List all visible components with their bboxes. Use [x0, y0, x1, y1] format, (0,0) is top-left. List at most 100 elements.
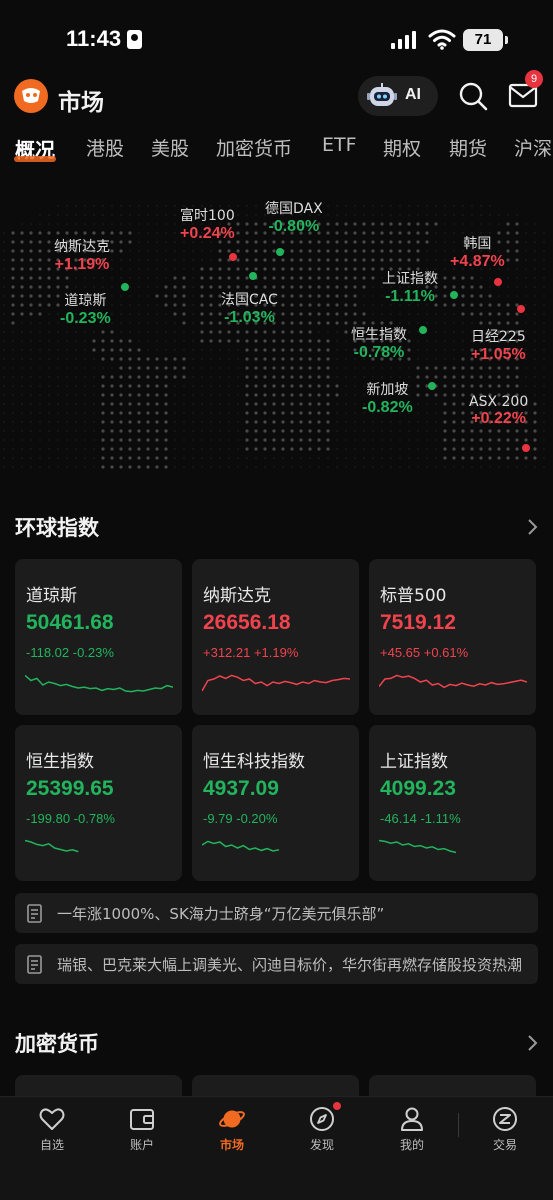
map-dot — [156, 241, 158, 243]
map-dot — [21, 394, 23, 396]
map-dot — [525, 286, 527, 288]
ai-assistant-button[interactable]: AI — [358, 76, 438, 116]
map-dot — [210, 394, 212, 396]
map-dot — [156, 214, 158, 216]
market-hang-seng[interactable]: 恒生指数 -0.78% — [351, 324, 407, 362]
map-dot — [453, 205, 455, 207]
map-dot — [534, 313, 536, 315]
map-dot — [138, 304, 140, 306]
map-dot — [246, 214, 248, 216]
index-card[interactable]: 道琼斯 50461.68 -118.02 -0.23% — [15, 559, 182, 715]
index-card[interactable]: 上证指数 4099.23 -46.14 -1.11% — [369, 725, 536, 881]
map-dot — [489, 466, 491, 468]
map-dot — [506, 222, 510, 226]
map-dot — [290, 249, 294, 253]
index-card[interactable]: 恒生指数 25399.65 -199.80 -0.78% — [15, 725, 182, 881]
map-dot — [290, 267, 294, 271]
market-asx-200[interactable]: ASX 200 +0.22% — [469, 394, 528, 428]
map-dot — [219, 439, 221, 441]
map-dot — [110, 375, 114, 379]
map-dot — [110, 348, 114, 352]
map-dot — [353, 258, 357, 262]
map-dot — [146, 375, 150, 379]
map-dot — [327, 331, 329, 333]
map-dot — [398, 240, 402, 244]
map-dot — [129, 205, 131, 207]
map-dot — [497, 447, 501, 451]
map-dot — [299, 240, 303, 244]
map-dot — [119, 249, 123, 253]
map-dot — [435, 250, 437, 252]
world-map: 纳斯达克 +1.19% 道琼斯 -0.23% 富时100 +0.24% 德国DA… — [0, 186, 553, 486]
map-dot — [299, 294, 303, 298]
status-bar: 11:43 71 — [0, 0, 553, 80]
market-singapore[interactable]: 新加坡 -0.82% — [362, 379, 413, 417]
tab-futures[interactable]: 期货 — [449, 134, 487, 161]
map-dot — [129, 286, 131, 288]
market-cac[interactable]: 法国CAC -1.03% — [221, 289, 278, 327]
map-dot — [434, 366, 438, 370]
index-price: 26656.18 — [203, 611, 291, 634]
map-dot — [408, 205, 410, 207]
tab-us-stocks[interactable]: 美股 — [151, 134, 189, 161]
map-dot — [147, 241, 149, 243]
map-dot — [93, 205, 95, 207]
map-dot — [48, 349, 50, 351]
market-nikkei[interactable]: 日经225 +1.05% — [471, 326, 526, 364]
tab-crypto[interactable]: 加密货币 — [216, 134, 292, 161]
index-card[interactable]: 纳斯达克 26656.18 +312.21 +1.19% — [192, 559, 359, 715]
map-dot — [326, 285, 330, 289]
map-dot — [84, 376, 86, 378]
map-dot — [399, 376, 401, 378]
market-nasdaq[interactable]: 纳斯达克 +1.19% — [54, 236, 110, 274]
tab-hk-stocks[interactable]: 港股 — [86, 134, 124, 161]
news-item[interactable]: 一年涨1000%、SK海力士跻身“万亿美元俱乐部” — [15, 893, 538, 933]
map-dot — [353, 303, 357, 307]
news-item[interactable]: 瑞银、巴克莱大幅上调美光、闪迪目标价，华尔街再燃存储股投资热潮 — [15, 944, 538, 984]
market-dow-jones[interactable]: 道琼斯 -0.23% — [60, 290, 111, 328]
tab-options[interactable]: 期权 — [383, 134, 421, 161]
map-dot — [317, 447, 321, 451]
index-card[interactable]: 标普500 7519.12 +45.65 +0.61% — [369, 559, 536, 715]
sparkline-path — [202, 840, 280, 852]
nav-market[interactable]: 市场 — [202, 1105, 262, 1157]
map-dot — [497, 429, 501, 433]
map-dot — [156, 322, 158, 324]
map-dot — [417, 421, 419, 423]
map-dot — [137, 357, 141, 361]
search-icon[interactable] — [458, 81, 488, 111]
map-dot — [129, 250, 131, 252]
map-dot — [147, 214, 149, 216]
map-dot — [12, 439, 14, 441]
map-dot — [426, 421, 428, 423]
map-dot — [443, 420, 447, 424]
chevron-right-icon[interactable] — [525, 517, 539, 537]
chevron-right-icon[interactable] — [525, 1033, 539, 1053]
map-dot — [146, 429, 150, 433]
tab-etf[interactable]: ETF — [322, 134, 357, 156]
map-dot — [146, 357, 150, 361]
map-dot — [281, 348, 285, 352]
market-ftse-100[interactable]: 富时100 +0.24% — [180, 205, 235, 243]
map-dot — [39, 385, 41, 387]
nav-discover[interactable]: 发现 — [292, 1105, 352, 1157]
nav-account[interactable]: 账户 — [112, 1105, 172, 1157]
nav-trade[interactable]: 交易 — [475, 1105, 535, 1157]
map-dot — [164, 393, 168, 397]
map-dot — [84, 205, 86, 207]
map-dot — [506, 249, 510, 253]
tab-a-shares[interactable]: 沪深 — [514, 134, 552, 161]
map-dot — [354, 205, 356, 207]
map-dot — [129, 268, 131, 270]
map-dot — [75, 223, 77, 225]
nav-profile[interactable]: 我的 — [382, 1105, 442, 1157]
market-shanghai[interactable]: 上证指数 -1.11% — [382, 268, 438, 306]
map-dot — [219, 403, 221, 405]
map-dot — [282, 466, 284, 468]
market-dax[interactable]: 德国DAX -0.80% — [265, 198, 323, 236]
nav-watchlist[interactable]: 自选 — [22, 1105, 82, 1157]
market-korea[interactable]: 韩国 +4.87% — [450, 233, 505, 271]
map-dot — [245, 411, 249, 415]
map-dot — [174, 259, 176, 261]
index-card[interactable]: 恒生科技指数 4937.09 -9.79 -0.20% — [192, 725, 359, 881]
